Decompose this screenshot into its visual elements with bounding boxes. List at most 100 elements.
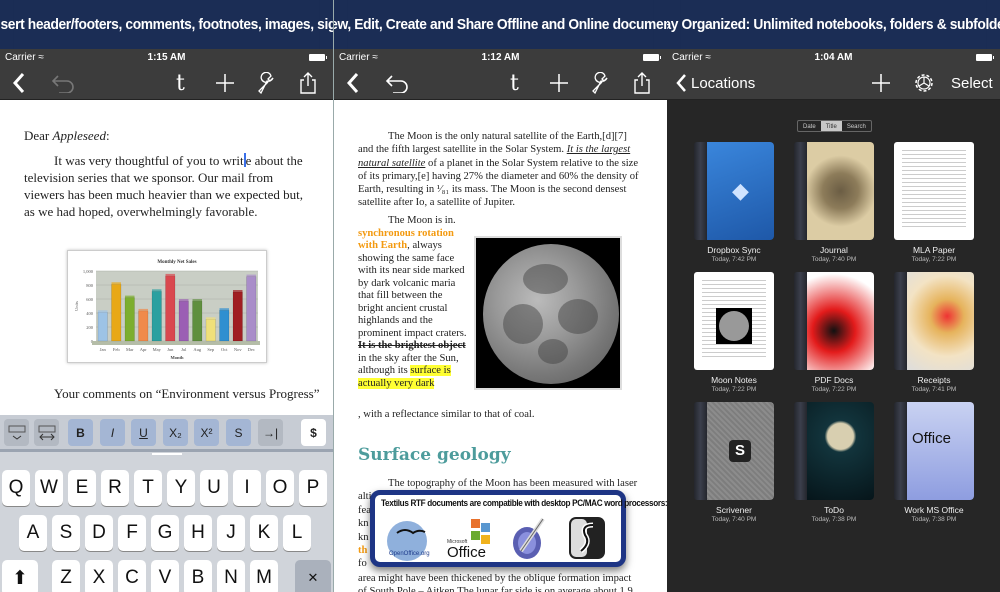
shift-key[interactable]: ⬆ xyxy=(2,560,38,592)
sort-tab-title[interactable]: Title xyxy=(820,121,842,131)
ms-office-logo: Microsoft Office xyxy=(445,515,495,561)
back-icon[interactable] xyxy=(346,70,360,96)
banner-caption: View, Edit, Create and Share Offline and… xyxy=(334,0,667,49)
key-h[interactable]: H xyxy=(184,515,212,551)
notebook-date: Today, 7:41 PM xyxy=(911,386,957,393)
bar-mar xyxy=(124,297,135,342)
notebook-date: Today, 7:42 PM xyxy=(711,256,757,263)
bar-aug xyxy=(192,300,203,342)
dollar-button[interactable]: $ xyxy=(301,419,326,446)
tab-button[interactable]: →| xyxy=(258,419,283,446)
key-s[interactable]: S xyxy=(52,515,80,551)
wrench-icon[interactable] xyxy=(590,70,612,96)
strikethrough-button[interactable]: S xyxy=(226,419,251,446)
key-y[interactable]: Y xyxy=(167,470,195,506)
notebook-todo[interactable] xyxy=(794,402,874,500)
key-q[interactable]: Q xyxy=(2,470,30,506)
add-icon[interactable] xyxy=(548,70,570,96)
key-n[interactable]: N xyxy=(217,560,245,592)
notebook-pdf-docs[interactable] xyxy=(794,272,874,370)
back-button[interactable]: Locations xyxy=(675,70,755,96)
key-j[interactable]: J xyxy=(217,515,245,551)
back-icon[interactable] xyxy=(12,70,26,96)
notebook-spine xyxy=(894,272,907,370)
resize-keyboard-button[interactable] xyxy=(34,419,59,446)
x-tick-label: Oct xyxy=(221,347,228,352)
notebook-mla-paper[interactable] xyxy=(894,142,974,240)
notebook-cover xyxy=(807,402,874,500)
text-style-icon[interactable]: t xyxy=(510,70,519,96)
key-v[interactable]: V xyxy=(151,560,179,592)
key-g[interactable]: G xyxy=(151,515,179,551)
sort-tab-date[interactable]: Date xyxy=(798,121,821,131)
x-tick-label: Apr xyxy=(140,347,147,352)
wifi-icon: ≈ xyxy=(372,52,378,63)
notebook-date: Today, 7:22 PM xyxy=(711,386,757,393)
section-heading: Surface geology xyxy=(358,445,511,465)
italic-button[interactable]: I xyxy=(100,419,125,446)
carrier-label: Carrier ≈ xyxy=(672,52,711,63)
notebook-work-ms-office[interactable]: Office xyxy=(894,402,974,500)
battery-icon xyxy=(309,54,327,61)
text-style-icon[interactable]: t xyxy=(176,70,185,96)
key-t[interactable]: T xyxy=(134,470,162,506)
letter-paragraph[interactable]: It was very thoughtful of you to writ e a… xyxy=(24,152,314,220)
subscript-button[interactable]: X₂ xyxy=(163,419,188,446)
bar-feb xyxy=(111,284,122,342)
clock: 1:04 AM xyxy=(814,52,853,63)
notebook-receipts[interactable] xyxy=(894,272,974,370)
moon-image[interactable] xyxy=(474,236,622,390)
embedded-chart[interactable]: Monthly Net Sales 0 200 400 600 800 1,000 Units… xyxy=(67,250,267,363)
undo-icon[interactable] xyxy=(384,70,410,96)
key-i[interactable]: I xyxy=(233,470,261,506)
select-button[interactable]: Select xyxy=(951,70,993,96)
notebook-cover: Office xyxy=(907,402,974,500)
document-page[interactable]: Dear Appleseed: It was very thoughtful o… xyxy=(0,100,333,415)
key-l[interactable]: L xyxy=(283,515,311,551)
key-m[interactable]: M xyxy=(250,560,278,592)
notebook-dropbox-sync[interactable]: ◆ xyxy=(694,142,774,240)
key-r[interactable]: R xyxy=(101,470,129,506)
key-w[interactable]: W xyxy=(35,470,63,506)
y-tick-label: 600 xyxy=(86,297,94,302)
share-icon[interactable] xyxy=(298,70,318,96)
notebook-scrivener[interactable]: S xyxy=(694,402,774,500)
moon-photo xyxy=(483,244,619,384)
bar-sep xyxy=(205,319,216,342)
key-a[interactable]: A xyxy=(19,515,47,551)
gear-icon[interactable] xyxy=(912,70,936,96)
sort-segmented-control: Date Title Search xyxy=(797,120,872,132)
bar-dec xyxy=(246,276,257,342)
notebook-grid: Date Title Search ◆ Dropbox Sync Today, 7:… xyxy=(667,100,1000,592)
key-z[interactable]: Z xyxy=(52,560,80,592)
key-d[interactable]: D xyxy=(85,515,113,551)
bold-button[interactable]: B xyxy=(68,419,93,446)
x-tick-label: Jun xyxy=(167,347,174,352)
key-b[interactable]: B xyxy=(184,560,212,592)
superscript-button[interactable]: X² xyxy=(194,419,219,446)
keyboard-drag-handle[interactable] xyxy=(152,453,182,455)
add-icon[interactable] xyxy=(214,70,236,96)
key-e[interactable]: E xyxy=(68,470,96,506)
share-icon[interactable] xyxy=(632,70,652,96)
key-p[interactable]: P xyxy=(299,470,327,506)
add-icon[interactable] xyxy=(870,70,892,96)
hide-keyboard-button[interactable] xyxy=(4,419,29,446)
sort-tab-search[interactable]: Search xyxy=(842,121,871,131)
moon-paragraph-2[interactable]: The Moon is in. synchronous rotation wit… xyxy=(358,215,468,390)
wrench-icon[interactable] xyxy=(256,70,278,96)
moon-paragraph-3-end: area might have been thickened by the ob… xyxy=(358,573,633,592)
key-x[interactable]: X xyxy=(85,560,113,592)
moon-paragraph-1[interactable]: The Moon is the only natural satellite o… xyxy=(358,130,643,210)
key-o[interactable]: O xyxy=(266,470,294,506)
notebook-moon-notes[interactable] xyxy=(694,272,774,370)
underline-button[interactable]: U xyxy=(131,419,156,446)
bar-jul xyxy=(178,300,189,342)
delete-key[interactable]: ✕ xyxy=(295,560,331,592)
undo-icon[interactable] xyxy=(50,70,76,96)
notebook-journal[interactable] xyxy=(794,142,874,240)
key-f[interactable]: F xyxy=(118,515,146,551)
key-c[interactable]: C xyxy=(118,560,146,592)
key-k[interactable]: K xyxy=(250,515,278,551)
key-u[interactable]: U xyxy=(200,470,228,506)
